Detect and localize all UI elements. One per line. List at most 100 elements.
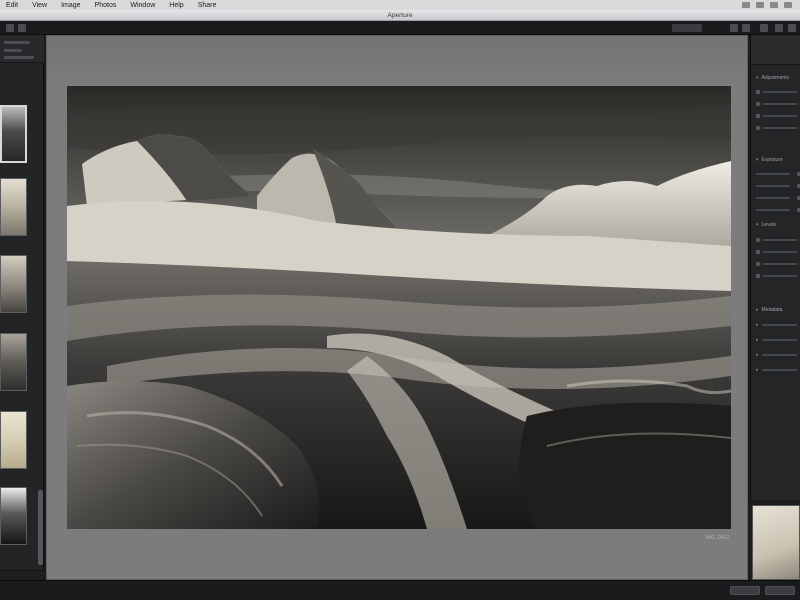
new-button[interactable]	[18, 24, 26, 32]
filmstrip-header	[0, 35, 44, 63]
slider[interactable]	[756, 172, 790, 175]
inspector-row[interactable]: ▸	[751, 335, 800, 344]
menu-item-share[interactable]: Share	[198, 2, 217, 9]
done-button[interactable]	[730, 586, 760, 595]
slider[interactable]	[763, 90, 797, 93]
inspector-toggle-button[interactable]	[730, 24, 738, 32]
clock-icon[interactable]	[770, 2, 778, 8]
checkbox[interactable]	[756, 125, 760, 130]
system-tray	[742, 2, 800, 8]
inspector-row[interactable]	[751, 123, 800, 132]
checkbox[interactable]	[756, 261, 760, 266]
filmstrip-thumbnail[interactable]	[0, 411, 27, 469]
checkbox[interactable]	[756, 249, 760, 254]
spotlight-icon[interactable]	[784, 2, 792, 8]
slider[interactable]	[761, 323, 797, 326]
inspector-row[interactable]	[751, 193, 800, 202]
chevron-down-icon: ▾	[756, 156, 759, 163]
wifi-icon[interactable]	[742, 2, 750, 8]
slider[interactable]	[763, 274, 797, 277]
search-field[interactable]	[672, 24, 702, 32]
inspector-section-metadata[interactable]: ▸ Metadata	[751, 305, 800, 314]
inspector-section-adjustments[interactable]: ▾ Adjustments	[751, 73, 800, 82]
filmstrip-thumbnail[interactable]	[0, 105, 27, 163]
menu-item-window[interactable]: Window	[130, 2, 155, 9]
checkbox[interactable]	[756, 273, 760, 278]
slider[interactable]	[763, 102, 797, 105]
chevron-right-icon: ▸	[756, 366, 759, 373]
filmstrip-panel	[0, 35, 44, 580]
chevron-right-icon: ▸	[756, 306, 759, 313]
filmstrip-thumbnail[interactable]	[0, 487, 27, 545]
section-label: Levels	[761, 221, 776, 228]
slider[interactable]	[763, 238, 797, 241]
menu-item-image[interactable]: Image	[61, 2, 80, 9]
inspector-row[interactable]	[751, 169, 800, 178]
battery-icon[interactable]	[756, 2, 764, 8]
menu-item-view[interactable]: View	[32, 2, 47, 9]
section-label: Metadata	[761, 306, 783, 313]
chevron-right-icon: ▸	[756, 321, 759, 328]
inspector-section-exposure[interactable]: ▾ Exposure	[751, 155, 800, 164]
menu-item-photos[interactable]: Photos	[95, 2, 117, 9]
inspector-row[interactable]	[751, 259, 800, 268]
main-photo[interactable]	[67, 86, 731, 529]
info-button[interactable]	[788, 24, 796, 32]
inspector-row[interactable]: ▸	[751, 320, 800, 329]
inspector-row[interactable]	[751, 247, 800, 256]
inspector-row[interactable]: ▸	[751, 365, 800, 374]
checkbox[interactable]	[756, 113, 760, 118]
inspector-row[interactable]	[751, 87, 800, 96]
image-viewer[interactable]: IMG_0412	[46, 35, 748, 580]
navigator-preview[interactable]	[752, 505, 800, 580]
loupe-button[interactable]	[760, 24, 768, 32]
fullscreen-button[interactable]	[742, 24, 750, 32]
inspector-row[interactable]	[751, 235, 800, 244]
window-titlebar: Aperture	[0, 10, 800, 21]
chevron-right-icon: ▸	[756, 351, 759, 358]
inspector-row[interactable]	[751, 99, 800, 108]
slider[interactable]	[756, 196, 790, 199]
filmstrip-thumbnail[interactable]	[0, 255, 27, 313]
inspector-row[interactable]	[751, 111, 800, 120]
slider[interactable]	[761, 353, 797, 356]
toolbar	[0, 21, 800, 35]
chevron-right-icon: ▸	[756, 336, 759, 343]
section-label: Exposure	[761, 156, 783, 163]
slider[interactable]	[763, 114, 797, 117]
filmstrip-footer	[0, 570, 44, 580]
inspector-row[interactable]	[751, 205, 800, 214]
import-button[interactable]	[6, 24, 14, 32]
filmstrip-thumbnail[interactable]	[0, 178, 27, 236]
checkbox[interactable]	[756, 237, 760, 242]
chevron-down-icon: ▾	[756, 74, 759, 81]
slider[interactable]	[763, 262, 797, 265]
filmstrip-header-line	[4, 41, 30, 44]
slider[interactable]	[763, 126, 797, 129]
inspector-header	[751, 35, 800, 65]
inspector-section-levels[interactable]: ▾ Levels	[751, 220, 800, 229]
viewer-shade	[47, 36, 747, 86]
inspector-row[interactable]	[751, 181, 800, 190]
slider[interactable]	[756, 208, 790, 211]
share-button[interactable]	[775, 24, 783, 32]
revert-button[interactable]	[765, 586, 795, 595]
slider[interactable]	[763, 250, 797, 253]
section-label: Adjustments	[761, 74, 790, 81]
inspector-row[interactable]	[751, 271, 800, 280]
chevron-down-icon: ▾	[756, 221, 759, 228]
photo-caption: IMG_0412	[705, 535, 729, 541]
slider[interactable]	[756, 184, 790, 187]
menu-item-help[interactable]: Help	[169, 2, 183, 9]
filmstrip-thumbnail[interactable]	[0, 333, 27, 391]
checkbox[interactable]	[756, 101, 760, 106]
filmstrip-header-line	[4, 56, 34, 59]
menu-item-edit[interactable]: Edit	[6, 2, 18, 9]
slider[interactable]	[761, 368, 797, 371]
inspector-row[interactable]: ▸	[751, 350, 800, 359]
filmstrip-scrollbar[interactable]	[38, 490, 43, 565]
landscape-photo	[67, 86, 731, 529]
checkbox[interactable]	[756, 89, 760, 94]
os-menu-bar: Edit View Image Photos Window Help Share	[0, 0, 800, 10]
slider[interactable]	[761, 338, 797, 341]
